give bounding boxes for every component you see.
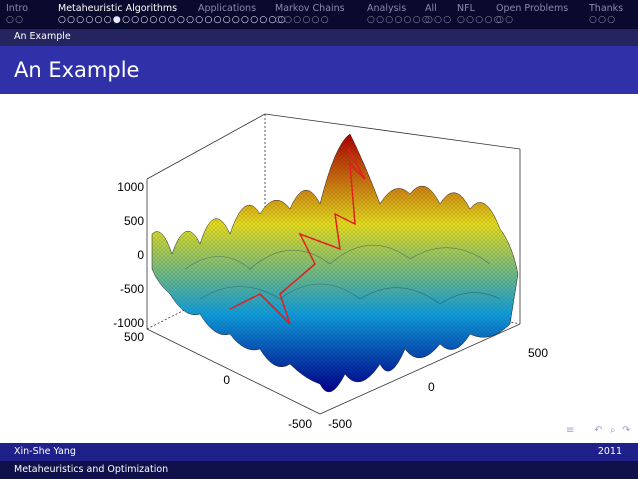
x-tick: 0 [428, 380, 435, 394]
x-tick: 500 [528, 346, 548, 360]
y-tick: 0 [223, 373, 230, 387]
nav-item-markov-chains[interactable]: Markov Chains [275, 3, 345, 14]
subsection-title: An Example [14, 31, 71, 42]
nav-dots-thanks[interactable]: ○○○ [589, 15, 616, 25]
footer-author: Xin-She Yang [14, 446, 76, 457]
footer-talk-title: Metaheuristics and Optimization [14, 464, 169, 475]
z-tick: -500 [120, 282, 144, 296]
z-tick: 0 [137, 248, 144, 262]
nav-item-intro[interactable]: Intro [6, 3, 28, 14]
nav-dots-intro[interactable]: ○○ [6, 15, 24, 25]
nav-item-all[interactable]: All [425, 3, 437, 14]
beamer-search-icon[interactable]: ⌕ [610, 425, 616, 436]
nav-dots-open-problems[interactable]: ○○ [496, 15, 514, 25]
section-navigation: Intro ○○ Metaheuristic Algorithms ○○○○○○… [0, 0, 638, 29]
nav-item-thanks[interactable]: Thanks [589, 3, 623, 14]
surface [151, 133, 519, 393]
subsection-bar: An Example [0, 29, 638, 46]
beamer-back-icon[interactable]: ↶ [594, 425, 602, 436]
frame-title-bar: An Example [0, 46, 638, 94]
nav-dots-analysis[interactable]: ○○○○○○○ [367, 15, 431, 25]
z-tick: 500 [124, 214, 144, 228]
nav-item-open-problems[interactable]: Open Problems [496, 3, 568, 14]
footer-author-bar: Xin-She Yang 2011 [0, 443, 638, 461]
nav-dots-all[interactable]: ○○○ [425, 15, 452, 25]
nav-item-applications[interactable]: Applications [198, 3, 256, 14]
y-tick: 500 [124, 330, 144, 344]
footer-year: 2011 [597, 446, 622, 457]
frame-title: An Example [14, 58, 140, 82]
nav-dots-metaheuristic-algorithms[interactable]: ○○○○○○●○○○○○○○○○○○○○○○○○○ [58, 15, 287, 25]
y-tick: -500 [288, 417, 312, 431]
nav-item-metaheuristic-algorithms[interactable]: Metaheuristic Algorithms [58, 3, 177, 14]
beamer-forward-icon[interactable]: ↷ [622, 425, 630, 436]
surface-plot-figure: 1000 500 0 -500 -1000 500 0 -500 -500 0 … [113, 113, 548, 431]
footer-title-bar: Metaheuristics and Optimization [0, 461, 638, 479]
beamer-section-nav-icon[interactable]: ≡ [566, 425, 574, 436]
nav-item-analysis[interactable]: Analysis [367, 3, 406, 14]
z-tick: 1000 [117, 180, 144, 194]
z-tick: -1000 [113, 316, 144, 330]
nav-item-nfl[interactable]: NFL [457, 3, 475, 14]
nav-dots-markov-chains[interactable]: ○○○○○○ [275, 15, 330, 25]
z-axis: 1000 500 0 -500 -1000 [113, 180, 144, 330]
x-tick: -500 [328, 417, 352, 431]
